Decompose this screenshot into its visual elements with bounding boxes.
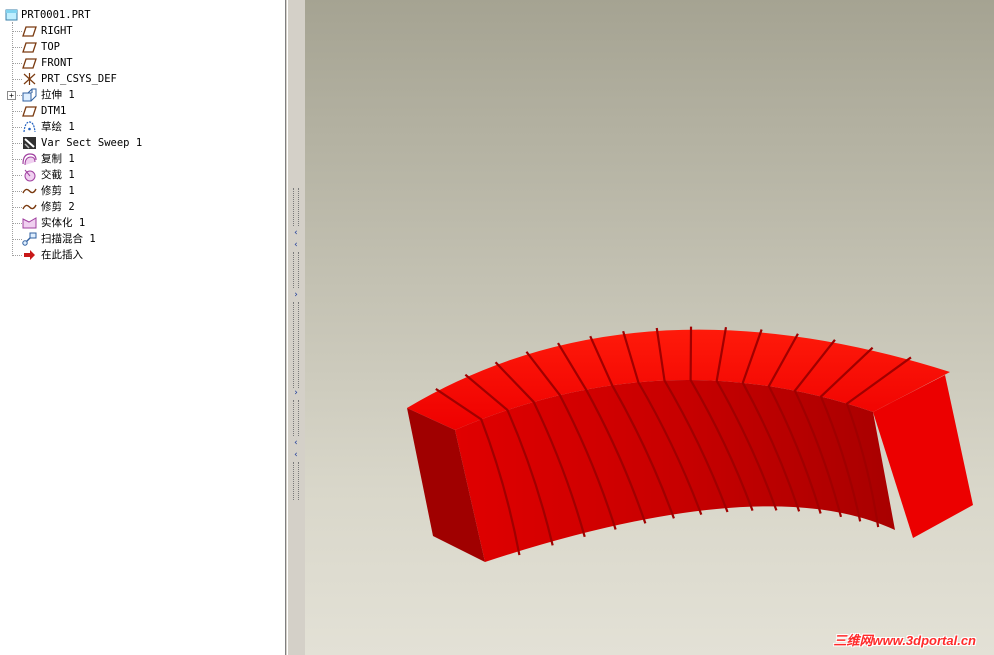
- tree-item-extrude-1[interactable]: + 拉伸 1: [0, 87, 280, 103]
- tree-item-label: 实体化 1: [41, 217, 86, 229]
- tree-item-label: 交截 1: [41, 169, 75, 181]
- tree-item-label: PRT_CSYS_DEF: [41, 73, 117, 85]
- tree-item-sketch-1[interactable]: 草绘 1: [0, 119, 280, 135]
- collapse-left-arrow-icon[interactable]: ‹: [291, 438, 301, 448]
- swept-blend-icon: [22, 232, 37, 246]
- expand-toggle[interactable]: +: [7, 91, 16, 100]
- datum-plane-icon: [22, 104, 37, 118]
- splitter-grip[interactable]: [293, 188, 299, 226]
- trim-curve-icon: [22, 184, 37, 198]
- tree-item-label: 修剪 1: [41, 185, 75, 197]
- copy-surface-icon: [22, 152, 37, 166]
- tree-item-var-sect-sweep-1[interactable]: Var Sect Sweep 1: [0, 135, 280, 151]
- tree-item-solidify-1[interactable]: 实体化 1: [0, 215, 280, 231]
- tree-item-label: Var Sect Sweep 1: [41, 137, 143, 149]
- curved-solid-model[interactable]: [305, 0, 994, 655]
- splitter-grip[interactable]: [293, 302, 299, 388]
- intersect-icon: [22, 168, 37, 182]
- collapse-left-arrow-icon[interactable]: ‹: [291, 240, 301, 250]
- tree-item-label: 修剪 2: [41, 201, 75, 213]
- extrude-icon: [22, 88, 37, 102]
- tree-item-label: 拉伸 1: [41, 89, 75, 101]
- tree-item-trim-1[interactable]: 修剪 1: [0, 183, 280, 199]
- tree-item-front[interactable]: FRONT: [0, 55, 280, 71]
- collapse-left-arrow-icon[interactable]: ‹: [291, 450, 301, 460]
- tree-root-label: PRT0001.PRT: [21, 9, 91, 21]
- var-sect-sweep-icon: [22, 136, 37, 150]
- tree-item-label: DTM1: [41, 105, 67, 117]
- graphics-viewport[interactable]: 三维网www.3dportal.cn: [305, 0, 994, 655]
- tree-item-trim-2[interactable]: 修剪 2: [0, 199, 280, 215]
- coordinate-system-icon: [22, 72, 37, 86]
- collapse-left-arrow-icon[interactable]: ‹: [291, 228, 301, 238]
- tree-item-label: 草绘 1: [41, 121, 75, 133]
- expand-right-arrow-icon[interactable]: ›: [291, 290, 301, 300]
- tree-item-prt-csys-def[interactable]: PRT_CSYS_DEF: [0, 71, 280, 87]
- solidify-icon: [22, 216, 37, 230]
- tree-item-right[interactable]: RIGHT: [0, 23, 280, 39]
- tree-item-label: TOP: [41, 41, 60, 53]
- tree-item-intersect-1[interactable]: 交截 1: [0, 167, 280, 183]
- tree-item-label: RIGHT: [41, 25, 73, 37]
- part-icon: [4, 8, 19, 22]
- splitter-grip[interactable]: [293, 462, 299, 500]
- splitter-grip[interactable]: [293, 252, 299, 288]
- tree-item-swept-blend-1[interactable]: 扫描混合 1: [0, 231, 280, 247]
- tree-item-dtm1[interactable]: DTM1: [0, 103, 280, 119]
- tree-root-part[interactable]: PRT0001.PRT: [0, 7, 280, 23]
- panel-splitter[interactable]: ‹ ‹ › › ‹ ‹: [287, 0, 305, 655]
- tree-item-insert-here[interactable]: 在此插入: [0, 247, 280, 263]
- tree-item-label: 在此插入: [41, 249, 83, 261]
- splitter-grip[interactable]: [293, 400, 299, 436]
- datum-plane-icon: [22, 40, 37, 54]
- tree-item-copy-1[interactable]: 复制 1: [0, 151, 280, 167]
- datum-plane-icon: [22, 24, 37, 38]
- model-inner-wall: [455, 380, 895, 562]
- trim-curve-icon: [22, 200, 37, 214]
- expand-right-arrow-icon[interactable]: ›: [291, 388, 301, 398]
- tree-item-label: 扫描混合 1: [41, 233, 96, 245]
- tree-item-top[interactable]: TOP: [0, 39, 280, 55]
- model-tree-panel: PRT0001.PRT RIGHT TOP FRONT PRT_CSYS_DEF…: [0, 0, 286, 655]
- datum-plane-icon: [22, 56, 37, 70]
- tree-item-label: 复制 1: [41, 153, 75, 165]
- insert-here-arrow-icon: [22, 248, 37, 262]
- tree-item-label: FRONT: [41, 57, 73, 69]
- sketch-icon: [22, 120, 37, 134]
- watermark: 三维网www.3dportal.cn: [833, 633, 976, 648]
